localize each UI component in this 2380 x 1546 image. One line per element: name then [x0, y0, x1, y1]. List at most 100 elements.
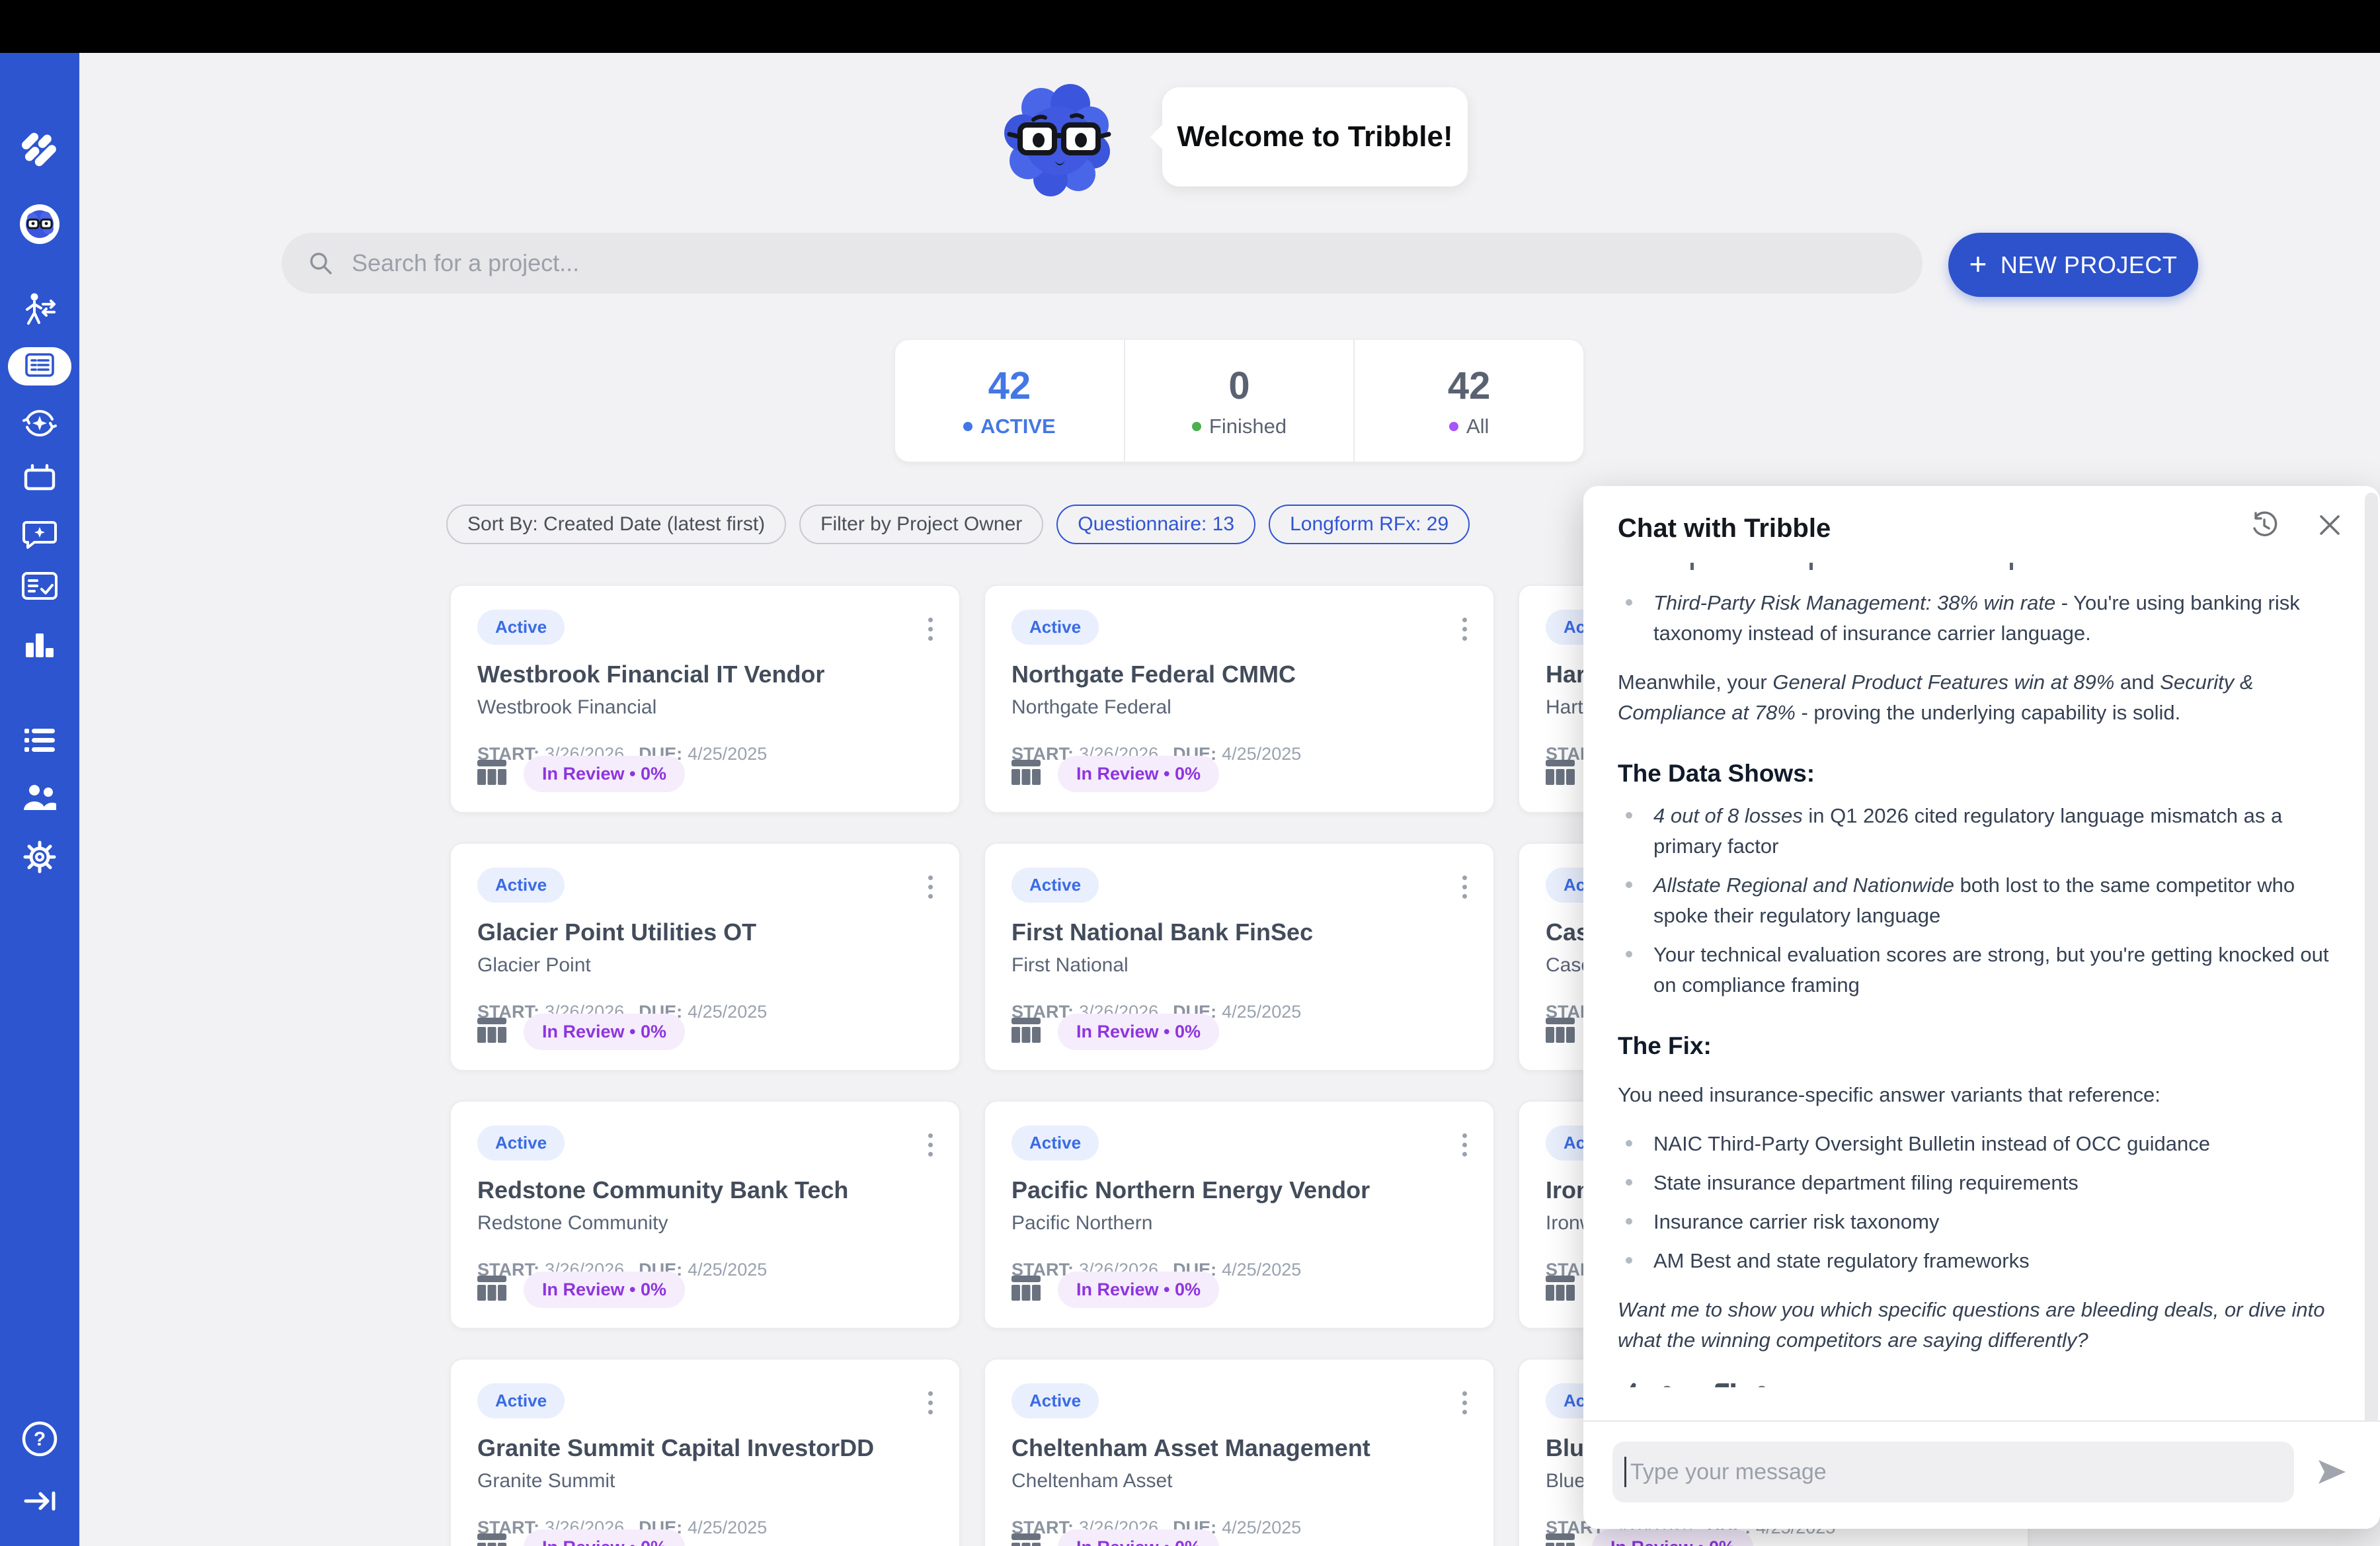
svg-text:?: ? — [34, 1428, 46, 1450]
project-card[interactable]: ActiveWestbrook Financial IT VendorWestb… — [450, 585, 961, 813]
stat-value: 42 — [988, 364, 1031, 408]
card-footer: In Review • 0% — [477, 1272, 685, 1308]
handoff-icon — [21, 291, 58, 331]
sidebar-item-calendar[interactable] — [0, 460, 79, 499]
clipped-text-fragment — [2010, 563, 2013, 570]
tribble-mascot — [1002, 81, 1115, 201]
project-card[interactable]: ActivePacific Northern Energy VendorPaci… — [984, 1100, 1495, 1329]
grid-view-icon — [1546, 1533, 1575, 1546]
history-icon — [2250, 511, 2278, 539]
chat-scrollbar[interactable] — [2365, 493, 2378, 1432]
card-menu-button[interactable] — [924, 1387, 937, 1418]
clipped-text-fragment — [1809, 563, 1813, 570]
text-cursor — [1624, 1457, 1626, 1487]
chat-panel: Chat with Tribble Third-Party Risk Manag… — [1583, 486, 2380, 1529]
grid-view-icon — [1546, 1276, 1575, 1304]
review-status-badge: In Review • 0% — [524, 1529, 685, 1546]
review-status-badge: In Review • 0% — [1592, 1529, 1753, 1546]
thumbs-down-icon — [1712, 1380, 1739, 1387]
card-menu-button[interactable] — [924, 614, 937, 645]
plus-icon: + — [1969, 249, 1987, 279]
thumbs-up-button[interactable] — [1618, 1380, 1644, 1387]
stat-all[interactable]: 42All — [1353, 340, 1583, 462]
grid-view-icon — [477, 1276, 506, 1304]
text-segment: Third-Party Risk Management: 38% win rat… — [1653, 591, 2055, 614]
sidebar-item-team[interactable] — [0, 782, 79, 816]
sidebar-item-help[interactable]: ? — [0, 1420, 79, 1461]
card-menu-button[interactable] — [924, 872, 937, 903]
grid-view-icon — [1012, 1276, 1041, 1304]
chat-bullet: Third-Party Risk Management: 38% win rat… — [1618, 588, 2334, 649]
chat-history-button[interactable] — [2246, 507, 2282, 543]
sidebar-item-chat[interactable] — [0, 516, 79, 556]
sidebar-item-tasks[interactable] — [0, 571, 79, 604]
project-card[interactable]: ActiveRedstone Community Bank TechRedsto… — [450, 1100, 961, 1329]
grid-view-icon — [1012, 1533, 1041, 1546]
search-input[interactable] — [352, 249, 1923, 277]
sidebar-item-handoff[interactable] — [0, 291, 79, 331]
project-title: Pacific Northern Energy Vendor — [1012, 1176, 1467, 1204]
project-card[interactable]: ActiveGranite Summit Capital InvestorDDG… — [450, 1358, 961, 1546]
stat-dot — [1449, 422, 1458, 431]
sidebar-item-list[interactable] — [0, 726, 79, 758]
card-menu-button[interactable] — [1458, 614, 1471, 645]
stat-dot — [1192, 422, 1201, 431]
stat-active[interactable]: 42 ACTIVE — [895, 340, 1124, 462]
chat-close-button[interactable] — [2314, 509, 2346, 541]
filter-chip[interactable]: Questionnaire: 13 — [1056, 505, 1255, 544]
sidebar-item-analytics[interactable] — [0, 628, 79, 663]
sync-icon — [21, 405, 58, 445]
project-card[interactable]: Active Cheltenham Asset Management Chelten… — [984, 1358, 1495, 1546]
project-client: Granite Summit — [477, 1470, 933, 1492]
project-client: Northgate Federal — [1012, 696, 1467, 719]
card-footer: In Review • 0% — [477, 1529, 685, 1546]
thumbs-up-icon — [1618, 1380, 1644, 1387]
filter-chip[interactable]: Sort By: Created Date (latest first) — [446, 505, 786, 544]
project-card[interactable]: ActiveGlacier Point Utilities OTGlacier … — [450, 842, 961, 1071]
help-icon: ? — [21, 1420, 58, 1461]
team-icon — [21, 782, 58, 816]
card-menu-button[interactable] — [1458, 1387, 1471, 1418]
text-segment: 4 out of 8 losses — [1653, 804, 1803, 827]
project-card[interactable]: ActiveNorthgate Federal CMMCNorthgate Fe… — [984, 585, 1495, 813]
card-menu-button[interactable] — [1458, 1129, 1471, 1160]
status-badge: Active — [477, 868, 565, 903]
card-footer: In Review • 0% — [1012, 1014, 1219, 1050]
status-badge: Active — [1012, 1383, 1099, 1418]
grid-view-icon — [1546, 1533, 1575, 1546]
card-menu-button[interactable] — [1458, 872, 1471, 903]
filter-chip[interactable]: Longform RFx: 29 — [1269, 505, 1470, 544]
thumbs-down-button[interactable] — [1712, 1380, 1739, 1387]
project-client: Cheltenham Asset — [1012, 1470, 1467, 1492]
thumbs-down-count: 0 — [1756, 1378, 1767, 1387]
projects-icon — [25, 353, 54, 380]
sidebar-item-sync[interactable] — [0, 405, 79, 445]
chat-input-bar — [1583, 1420, 2380, 1529]
status-badge: Active — [477, 1383, 565, 1418]
project-card[interactable]: ActiveFirst National Bank FinSecFirst Na… — [984, 842, 1495, 1071]
search-icon — [307, 249, 335, 277]
review-status-badge: In Review • 0% — [524, 1014, 685, 1050]
project-title: Cheltenham Asset Management — [1012, 1434, 1467, 1462]
stat-finished[interactable]: 0Finished — [1124, 340, 1354, 462]
filter-chip[interactable]: Filter by Project Owner — [799, 505, 1043, 544]
bubble-tail — [1150, 125, 1175, 149]
card-menu-button[interactable] — [924, 1129, 937, 1160]
card-footer: In Review • 0% — [1012, 1272, 1219, 1308]
sidebar-item-home[interactable] — [0, 127, 79, 174]
new-project-button[interactable]: + NEW PROJECT — [1948, 233, 2198, 297]
sidebar-item-projects[interactable] — [0, 347, 79, 386]
grid-view-icon — [477, 760, 506, 788]
chat-bullet: Your technical evaluation scores are str… — [1618, 940, 2334, 1000]
stat-label-text: ACTIVE — [980, 415, 1056, 438]
send-button[interactable] — [2313, 1453, 2351, 1490]
sidebar-item-logout[interactable] — [0, 1486, 79, 1519]
status-badge: Active — [1012, 868, 1099, 903]
chat-message-input[interactable] — [1630, 1459, 2294, 1485]
sidebar-item-settings[interactable] — [0, 838, 79, 879]
review-status-badge: In Review • 0% — [1058, 756, 1219, 792]
projects-selected-pill — [8, 347, 71, 386]
thumbs-up-count: 0 — [1661, 1378, 1673, 1387]
card-footer: In Review • 0% — [477, 756, 685, 792]
sidebar-item-assistant[interactable] — [0, 204, 79, 248]
